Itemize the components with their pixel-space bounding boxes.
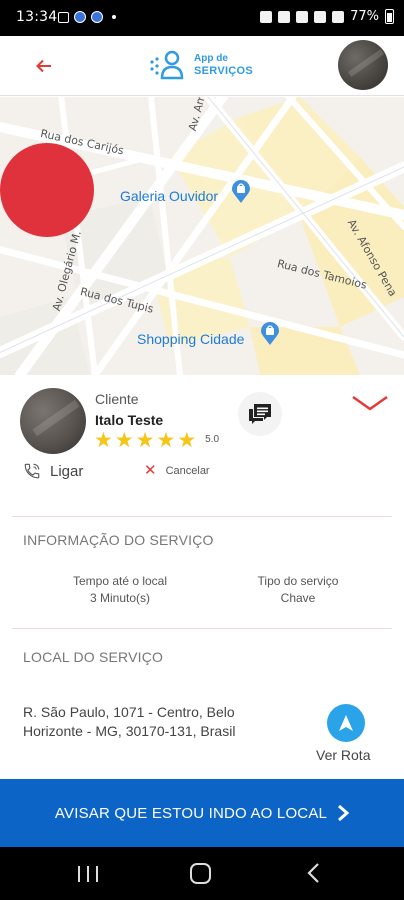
service-person-icon	[150, 50, 184, 80]
call-label: Ligar	[50, 462, 84, 480]
client-role: Cliente	[95, 391, 139, 407]
notification-icons	[58, 11, 116, 23]
system-navigation-bar	[0, 847, 404, 900]
status-bar: 13:34 77%	[0, 0, 404, 36]
wifi-icon	[314, 10, 327, 23]
chevron-right-icon	[338, 805, 350, 821]
star-icon: ★	[114, 429, 134, 452]
address-line: Horizonte - MG, 30170-131, Brasil	[23, 723, 236, 739]
close-icon: ✕	[144, 462, 157, 479]
chat-button[interactable]	[238, 392, 282, 436]
client-name: Italo Teste	[95, 412, 164, 428]
mute-icon	[278, 10, 291, 23]
poi-label[interactable]: Shopping Cidade	[137, 331, 244, 347]
shopping-pin-icon[interactable]	[260, 322, 280, 346]
logo-text-line1: App de	[194, 53, 228, 64]
app-notification-icon	[91, 11, 103, 23]
type-info: Tipo do serviço Chave	[218, 573, 378, 607]
app-header: App de SERVIÇOS	[0, 36, 404, 96]
star-icon: ★	[156, 429, 176, 452]
profile-avatar[interactable]	[338, 40, 388, 90]
service-info-title: INFORMAÇÃO DO SERVIÇO	[23, 532, 214, 548]
signal-icon	[332, 10, 345, 23]
service-location-marker[interactable]	[0, 143, 94, 237]
back-arrow-icon	[36, 59, 51, 73]
star-icon: ★	[94, 429, 113, 452]
back-button[interactable]	[30, 53, 58, 79]
location-icon	[296, 10, 309, 23]
navigation-arrow-icon	[339, 715, 353, 731]
gallery-notification-icon	[58, 11, 69, 23]
location-title: LOCAL DO SERVIÇO	[23, 649, 164, 665]
poi-label[interactable]: Galeria Ouvidor	[120, 188, 218, 204]
system-back-icon[interactable]	[306, 862, 322, 884]
phone-icon	[24, 463, 40, 479]
alarm-icon	[260, 10, 273, 23]
shopping-pin-icon[interactable]	[231, 180, 251, 204]
divider	[12, 516, 392, 517]
battery-icon	[385, 9, 394, 24]
time-label: Tempo até o local	[72, 574, 168, 588]
status-time: 13:34	[16, 9, 58, 25]
notify-going-button[interactable]: AVISAR QUE ESTOU INDO AO LOCAL	[0, 779, 404, 847]
logo-text-line2: SERVIÇOS	[194, 65, 254, 77]
type-value: Chave	[280, 591, 316, 605]
cancel-label: Cancelar	[165, 465, 210, 477]
notify-going-label: AVISAR QUE ESTOU INDO AO LOCAL	[54, 804, 328, 822]
battery-percent: 77%	[350, 9, 379, 24]
time-info: Tempo até o local 3 Minuto(s)	[40, 573, 200, 607]
route-label[interactable]: Ver Rota	[316, 747, 370, 763]
chat-icon	[249, 404, 271, 424]
recent-apps-icon[interactable]	[78, 866, 98, 882]
star-icon: ★	[177, 429, 197, 452]
divider	[12, 628, 392, 629]
collapse-chevron-icon[interactable]	[350, 392, 390, 414]
route-button[interactable]	[327, 704, 365, 742]
app-logo: App de SERVIÇOS	[148, 50, 253, 80]
more-notifications-icon	[112, 15, 116, 19]
star-icon: ★	[135, 429, 155, 452]
time-value: 3 Minuto(s)	[89, 591, 151, 605]
address-line: R. São Paulo, 1071 - Centro, Belo	[23, 704, 235, 720]
call-button[interactable]: Ligar	[23, 462, 83, 480]
client-avatar	[20, 388, 86, 454]
type-label: Tipo do serviço	[257, 574, 339, 588]
home-icon[interactable]	[190, 863, 211, 884]
app-notification-icon	[74, 11, 86, 23]
client-rating: ★ ★ ★ ★ ★ 5.0	[94, 430, 219, 452]
system-icons: 77%	[260, 9, 394, 24]
map-view[interactable]: Rua dos Carijós Av. Amazonas Av. Olegári…	[0, 97, 404, 375]
cancel-button[interactable]: ✕ Cancelar	[144, 462, 210, 479]
rating-value: 5.0	[205, 433, 220, 445]
service-address: R. São Paulo, 1071 - Centro, Belo Horizo…	[23, 703, 293, 741]
